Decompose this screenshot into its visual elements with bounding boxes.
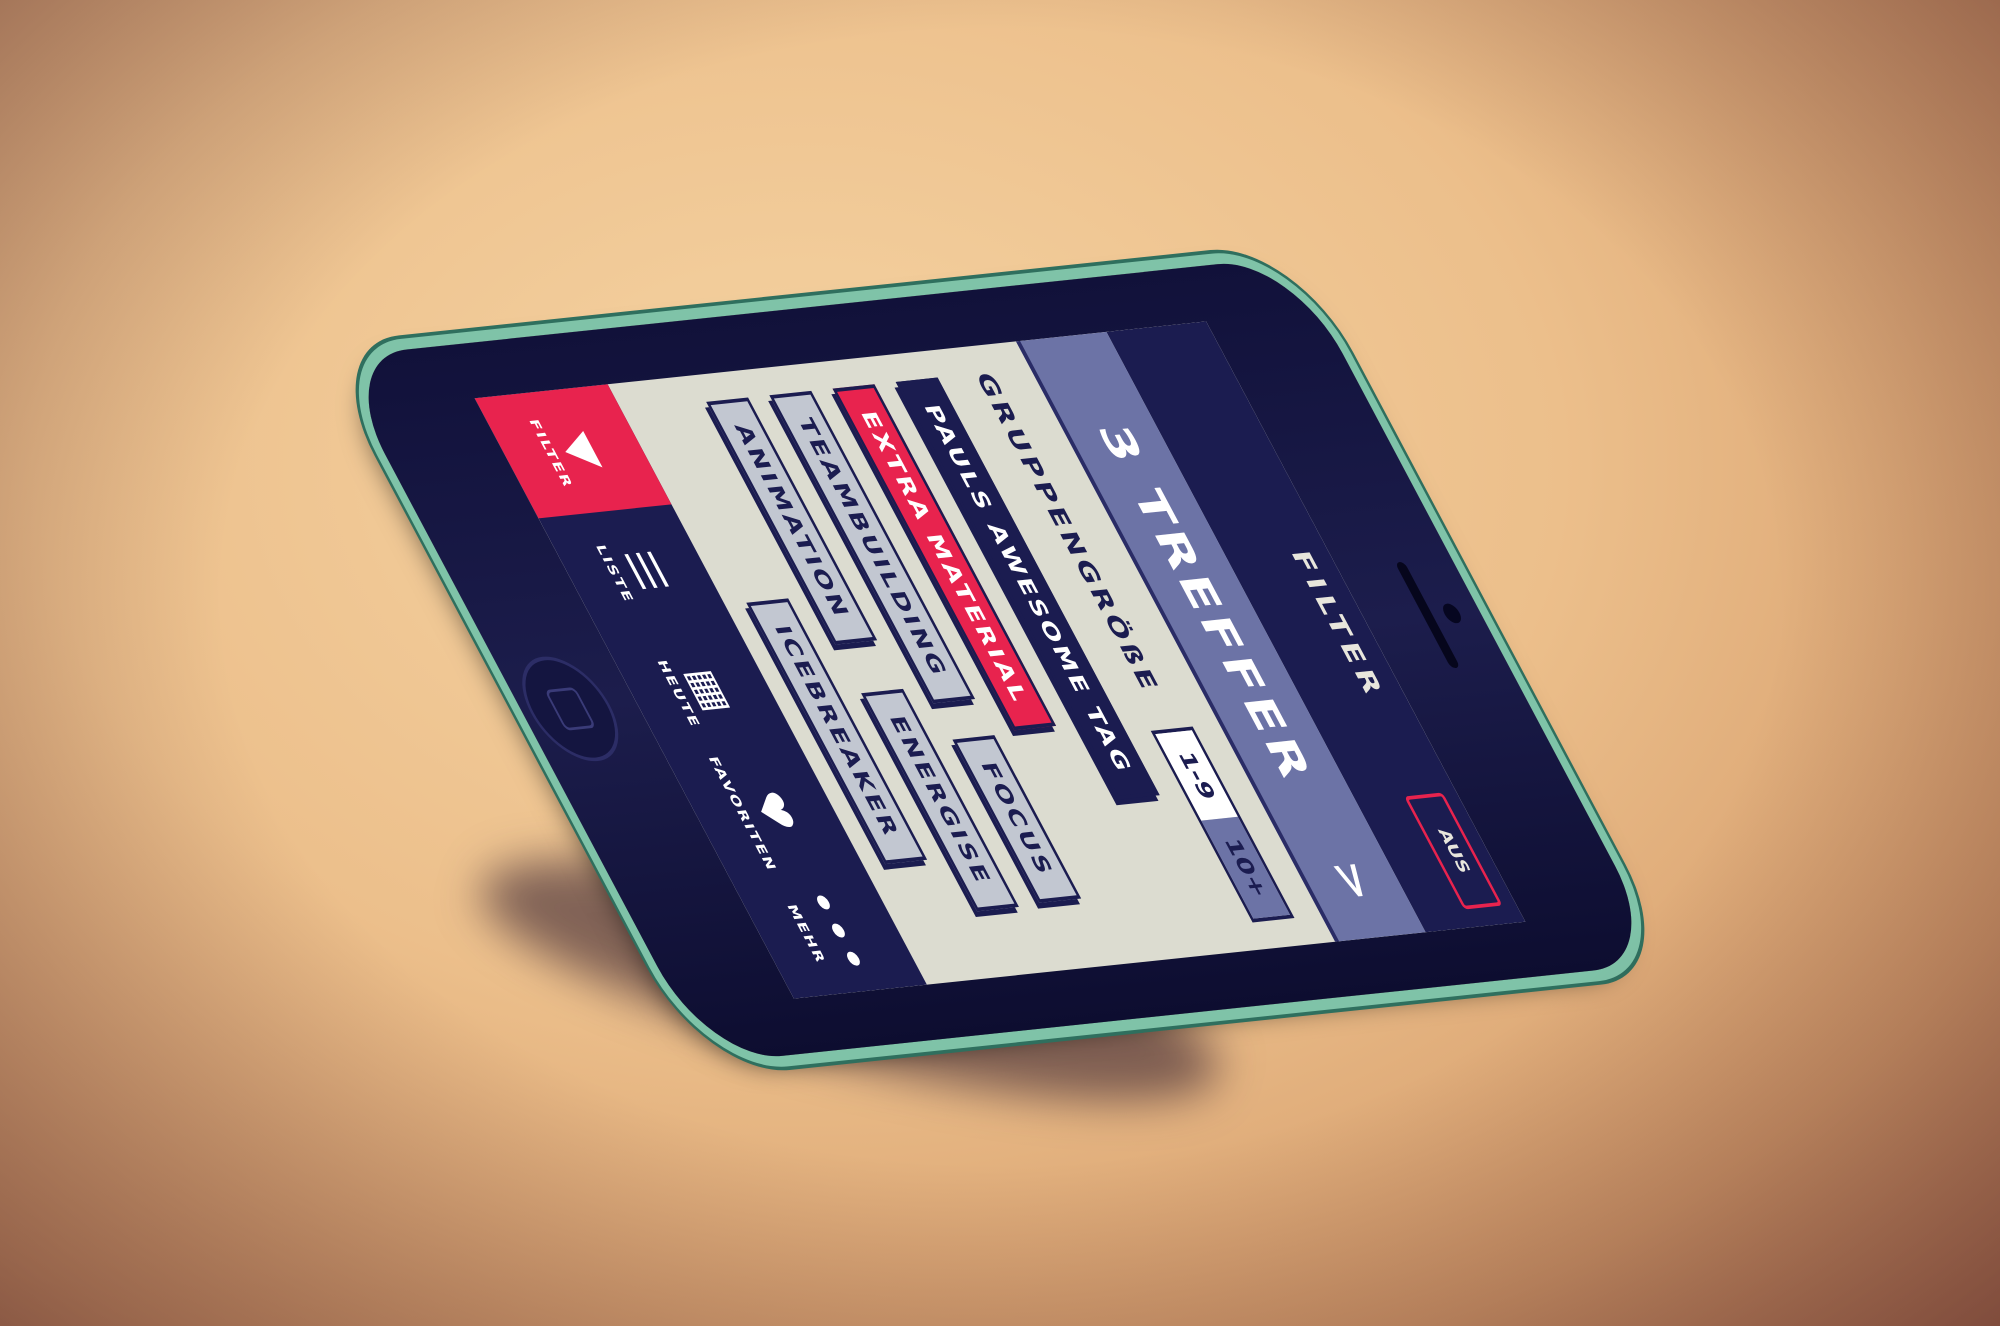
screen: FILTER AUS 3 TREFFER > GRUPPENGRÖßE 1-9 … bbox=[474, 321, 1526, 999]
reset-button[interactable]: AUS bbox=[1404, 792, 1503, 910]
group-size-option-1-9[interactable]: 1-9 bbox=[1155, 730, 1238, 821]
home-button[interactable] bbox=[503, 652, 638, 766]
chevron-right-icon: > bbox=[1320, 857, 1386, 904]
camera-icon bbox=[1439, 602, 1465, 624]
